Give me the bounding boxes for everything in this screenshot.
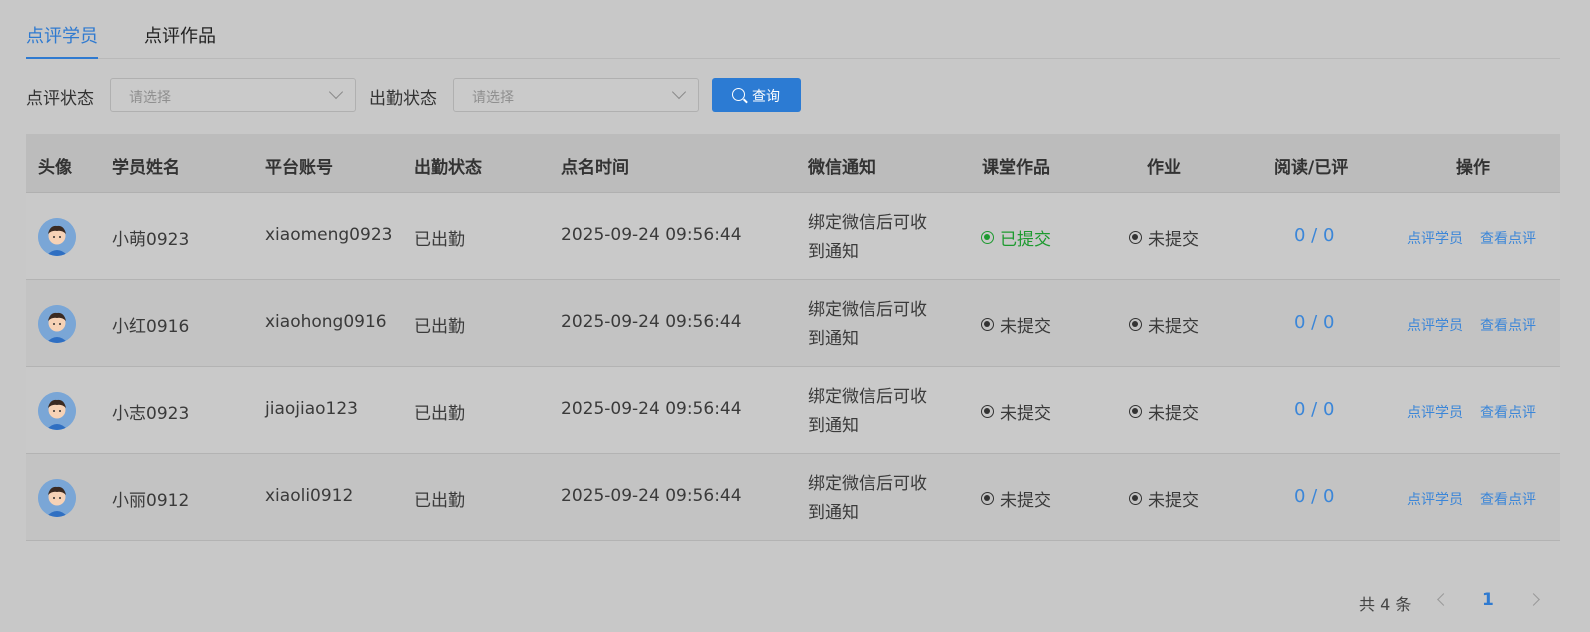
header-name: 学员姓名	[112, 158, 180, 178]
review-status-label: 点评状态	[26, 89, 94, 109]
header-read-reviewed: 阅读/已评	[1274, 158, 1349, 178]
view-review-button[interactable]: 查看点评	[1480, 315, 1536, 335]
avatar	[38, 305, 76, 343]
attendance-status-label: 出勤状态	[369, 89, 437, 109]
homework-status: 未提交	[1129, 312, 1199, 337]
student-name: 小红0916	[112, 317, 190, 337]
review-status-select[interactable]: 请选择	[110, 78, 356, 112]
avatar	[38, 218, 76, 256]
roll-call-time: 2025-09-24 09:56:44	[561, 312, 742, 332]
homework-status-text: 未提交	[1148, 317, 1199, 337]
table-header: 头像 学员姓名 平台账号 出勤状态 点名时间 微信通知 课堂作品 作业 阅读/已…	[26, 134, 1560, 193]
chevron-right-icon[interactable]	[1527, 593, 1540, 606]
table-row: 小红0916 xiaohong0916 已出勤 2025-09-24 09:56…	[26, 280, 1560, 367]
roll-call-time: 2025-09-24 09:56:44	[561, 225, 742, 245]
student-account: xiaohong0916	[265, 312, 387, 332]
table-row: 小萌0923 xiaomeng0923 已出勤 2025-09-24 09:56…	[26, 193, 1560, 280]
radio-dot-icon	[1129, 318, 1142, 331]
wechat-notice: 绑定微信后可收到通知	[808, 300, 927, 349]
table-row: 小志0923 jiaojiao123 已出勤 2025-09-24 09:56:…	[26, 367, 1560, 454]
avatar	[38, 479, 76, 517]
total-count: 共 4 条	[1359, 595, 1412, 614]
homework-status-text: 未提交	[1148, 404, 1199, 424]
attendance-status-select[interactable]: 请选择	[453, 78, 699, 112]
review-student-button[interactable]: 点评学员	[1407, 402, 1463, 422]
homework-status-text: 未提交	[1148, 230, 1199, 250]
tab-bar: 点评学员 点评作品	[26, 0, 1560, 59]
student-name: 小萌0923	[112, 230, 190, 250]
tab-review-students[interactable]: 点评学员	[26, 22, 98, 59]
student-name: 小丽0912	[112, 491, 190, 511]
view-review-button[interactable]: 查看点评	[1480, 228, 1536, 248]
header-wechat: 微信通知	[808, 158, 876, 178]
student-account: xiaomeng0923	[265, 225, 393, 245]
classwork-status: 已提交	[981, 225, 1051, 250]
radio-dot-icon	[1129, 405, 1142, 418]
radio-dot-icon	[981, 231, 994, 244]
page-number[interactable]: 1	[1482, 590, 1494, 610]
classwork-status-text: 未提交	[1000, 491, 1051, 511]
attendance-status-placeholder: 请选择	[472, 90, 514, 106]
header-account: 平台账号	[265, 158, 333, 178]
homework-status-text: 未提交	[1148, 491, 1199, 511]
roll-call-time: 2025-09-24 09:56:44	[561, 399, 742, 419]
radio-dot-icon	[1129, 231, 1142, 244]
read-reviewed-count[interactable]: 0 / 0	[1294, 312, 1334, 333]
student-account: xiaoli0912	[265, 486, 354, 506]
radio-dot-icon	[981, 318, 994, 331]
search-icon	[732, 88, 745, 101]
attendance-status: 已出勤	[414, 230, 465, 250]
read-reviewed-count[interactable]: 0 / 0	[1294, 486, 1334, 507]
tab-review-works[interactable]: 点评作品	[144, 22, 216, 48]
classwork-status-text: 已提交	[1000, 230, 1051, 250]
chevron-down-icon	[671, 84, 687, 100]
filter-bar: 点评状态 请选择 出勤状态 请选择 查询	[26, 78, 826, 112]
header-actions: 操作	[1456, 158, 1490, 178]
student-name: 小志0923	[112, 404, 190, 424]
header-homework: 作业	[1147, 158, 1181, 178]
view-review-button[interactable]: 查看点评	[1480, 489, 1536, 509]
read-reviewed-count[interactable]: 0 / 0	[1294, 225, 1334, 246]
view-review-button[interactable]: 查看点评	[1480, 402, 1536, 422]
query-button[interactable]: 查询	[712, 78, 801, 112]
wechat-notice: 绑定微信后可收到通知	[808, 387, 927, 436]
radio-dot-icon	[1129, 492, 1142, 505]
header-avatar: 头像	[38, 158, 72, 178]
review-student-button[interactable]: 点评学员	[1407, 228, 1463, 248]
read-reviewed-count[interactable]: 0 / 0	[1294, 399, 1334, 420]
pagination: 共 4 条 1	[26, 590, 1560, 614]
classwork-status-text: 未提交	[1000, 404, 1051, 424]
review-student-button[interactable]: 点评学员	[1407, 315, 1463, 335]
query-button-label: 查询	[752, 89, 780, 105]
student-account: jiaojiao123	[265, 399, 358, 419]
radio-dot-icon	[981, 492, 994, 505]
attendance-status: 已出勤	[414, 491, 465, 511]
header-time: 点名时间	[561, 158, 629, 178]
homework-status: 未提交	[1129, 399, 1199, 424]
table-row: 小丽0912 xiaoli0912 已出勤 2025-09-24 09:56:4…	[26, 454, 1560, 541]
attendance-status: 已出勤	[414, 317, 465, 337]
avatar	[38, 392, 76, 430]
header-attendance: 出勤状态	[414, 158, 482, 178]
chevron-down-icon	[328, 84, 344, 100]
chevron-left-icon[interactable]	[1437, 593, 1450, 606]
classwork-status: 未提交	[981, 399, 1051, 424]
radio-dot-icon	[981, 405, 994, 418]
attendance-status: 已出勤	[414, 404, 465, 424]
classwork-status-text: 未提交	[1000, 317, 1051, 337]
wechat-notice: 绑定微信后可收到通知	[808, 213, 927, 262]
student-table: 头像 学员姓名 平台账号 出勤状态 点名时间 微信通知 课堂作品 作业 阅读/已…	[26, 134, 1560, 541]
wechat-notice: 绑定微信后可收到通知	[808, 474, 927, 523]
classwork-status: 未提交	[981, 486, 1051, 511]
classwork-status: 未提交	[981, 312, 1051, 337]
homework-status: 未提交	[1129, 486, 1199, 511]
header-classwork: 课堂作品	[982, 158, 1050, 178]
review-student-button[interactable]: 点评学员	[1407, 489, 1463, 509]
roll-call-time: 2025-09-24 09:56:44	[561, 486, 742, 506]
homework-status: 未提交	[1129, 225, 1199, 250]
review-status-placeholder: 请选择	[129, 90, 171, 106]
